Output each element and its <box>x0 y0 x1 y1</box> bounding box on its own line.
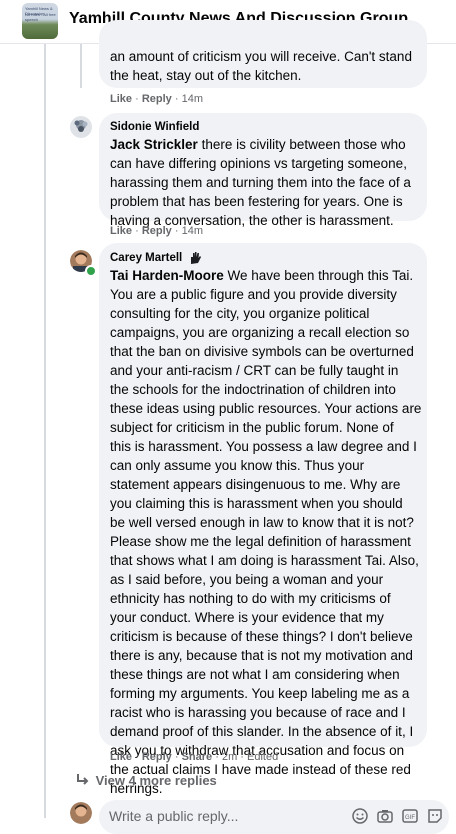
comment-text-line: campaigns, you are organizing a recall e… <box>110 325 410 340</box>
timestamp[interactable]: 2m <box>222 751 237 763</box>
online-status-dot <box>85 265 97 277</box>
comment-text-line: racist who is harassing you because of r… <box>110 705 406 720</box>
comment-text-line: these ideas using public resources. Your… <box>110 401 422 416</box>
comment-text-line: can only assume you know this. Thus your <box>110 458 365 473</box>
comment-bubble: Sidonie Winfield Jack Strickler there is… <box>99 113 427 228</box>
thumb-line: No rules - All free speech <box>25 12 56 22</box>
comment-bubble: an amount of criticism you will receive.… <box>99 20 427 88</box>
comment-actions: Like · Reply · Share · 2m · Edited <box>110 751 279 763</box>
comment-bubble: Carey Martell Tai Harden-Moore We have b… <box>99 243 427 796</box>
thread-line <box>44 44 46 818</box>
emoji-icon[interactable] <box>351 807 369 825</box>
comment-text-line: can have differing opinions vs targeting… <box>110 156 407 171</box>
comment-text-line: Please show me the legal definition of h… <box>110 534 411 549</box>
comment-text-line: consulting for the city, you organize po… <box>110 306 370 321</box>
gif-icon[interactable]: GIF <box>401 807 419 825</box>
reply-link[interactable]: Reply <box>142 93 172 105</box>
hand-badge-icon <box>188 251 202 265</box>
group-thumbnail[interactable]: Yamhill News & Discussion No rules - All… <box>22 3 58 39</box>
view-more-replies-label: View 4 more replies <box>95 773 217 788</box>
comment-text-line: statement appears disingenuous to me. Wh… <box>110 477 401 492</box>
comment-actions: Like · Reply · 14m <box>110 93 203 105</box>
comment-text-line: You are a public figure and you provide … <box>110 287 397 302</box>
comment-text-line: criticism is because of these things? I … <box>110 629 413 644</box>
comment-text-line: and your anti-racism / CRT can be fully … <box>110 363 399 378</box>
share-link[interactable]: Share <box>182 751 213 763</box>
comment-text: We have been through this Tai. <box>223 268 414 283</box>
mention-tag[interactable]: Jack Strickler <box>110 137 198 152</box>
reply-arrow-icon <box>76 773 92 790</box>
comment-text-line: there is any, because that is not my mot… <box>110 648 413 663</box>
comment-text-line: the schools for the indoctrination of ch… <box>110 382 396 397</box>
svg-text:GIF: GIF <box>405 815 415 821</box>
comment-text-line: demand proof of this slander. In the abs… <box>110 724 414 739</box>
comment-text-line: these things are not what I am consideri… <box>110 667 400 682</box>
like-link[interactable]: Like <box>110 751 132 763</box>
comment-text-line: problem that has been festering for year… <box>110 194 403 209</box>
comment-text-line: the heat, stay out of the kitchen. <box>110 68 302 83</box>
reply-placeholder: Write a public reply... <box>109 808 239 824</box>
current-user-avatar[interactable] <box>70 802 92 824</box>
comment-actions: Like · Reply · 14m <box>110 225 203 237</box>
reply-input[interactable]: Write a public reply... GIF <box>99 800 449 834</box>
reply-link[interactable]: Reply <box>142 751 172 763</box>
mention-tag[interactable]: Tai Harden-Moore <box>110 268 224 283</box>
comment-text: there is civility between those who <box>197 137 406 152</box>
like-link[interactable]: Like <box>110 93 132 105</box>
timestamp[interactable]: 14m <box>182 93 203 105</box>
like-link[interactable]: Like <box>110 225 132 237</box>
comment-text-line: that shows what I am doing is harassment… <box>110 553 419 568</box>
comment-text-line: you claiming this is harassment when you… <box>110 496 403 511</box>
timestamp[interactable]: 14m <box>182 225 203 237</box>
comment-text-line: as I said before, you being a woman and … <box>110 572 384 587</box>
thread-line <box>80 44 82 88</box>
comment-text-line: an amount of criticism you will receive.… <box>110 49 412 64</box>
comment-author[interactable]: Carey Martell <box>110 250 182 266</box>
edited-label[interactable]: Edited <box>247 751 278 763</box>
reply-link[interactable]: Reply <box>142 225 172 237</box>
comment-text-line: your conduct. Where is your evidence tha… <box>110 610 384 625</box>
comment-text-line: subject for criticism in the public foru… <box>110 420 394 435</box>
comment-text-line: harassing them and turning them into the… <box>110 175 411 190</box>
view-more-replies[interactable]: View 4 more replies <box>76 773 217 790</box>
comment-text-line: be well versed enough in law to know tha… <box>110 515 414 530</box>
comment-text-line: that the ban on divisive symbols can be … <box>110 344 414 359</box>
sticker-icon[interactable] <box>426 807 444 825</box>
comment-author[interactable]: Sidonie Winfield <box>110 119 411 135</box>
camera-icon[interactable] <box>376 807 394 825</box>
comment-text-line: ethnicity has nothing to do with my crit… <box>110 591 391 606</box>
comment-text-line: forming my arguments. You keep labeling … <box>110 686 410 701</box>
avatar[interactable] <box>70 116 92 138</box>
comment-text-line: this is harassment. You possess a law de… <box>110 439 417 454</box>
